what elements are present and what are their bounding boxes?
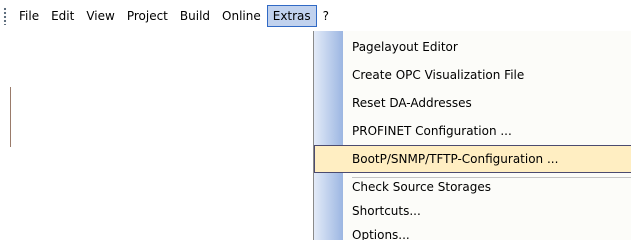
- menu-build[interactable]: Build: [174, 5, 216, 27]
- menu-item-bootp-snmp-tftp-configuration[interactable]: BootP/SNMP/TFTP-Configuration ...: [314, 145, 631, 173]
- menu-item-profinet-configuration[interactable]: PROFINET Configuration ...: [314, 117, 631, 145]
- menu-extras[interactable]: Extras: [266, 4, 317, 27]
- menu-help[interactable]: ?: [317, 5, 335, 27]
- extras-dropdown-menu: Pagelayout Editor Create OPC Visualizati…: [313, 31, 631, 240]
- menu-item-reset-da-addresses[interactable]: Reset DA-Addresses: [314, 89, 631, 117]
- menu-item-options[interactable]: Options...: [314, 221, 631, 240]
- menu-item-create-opc-visualization-file[interactable]: Create OPC Visualization File: [314, 61, 631, 89]
- toolbar-grip-icon[interactable]: [3, 6, 7, 25]
- menu-bar: File Edit View Project Build Online Extr…: [0, 0, 631, 31]
- menu-edit[interactable]: Edit: [45, 5, 80, 27]
- divider-line: [10, 87, 11, 147]
- menu-project[interactable]: Project: [121, 5, 174, 27]
- menu-view[interactable]: View: [80, 5, 120, 27]
- workspace-area: [0, 31, 313, 240]
- menu-file[interactable]: File: [13, 5, 45, 27]
- menu-online[interactable]: Online: [216, 5, 267, 27]
- menu-item-pagelayout-editor[interactable]: Pagelayout Editor: [314, 33, 631, 61]
